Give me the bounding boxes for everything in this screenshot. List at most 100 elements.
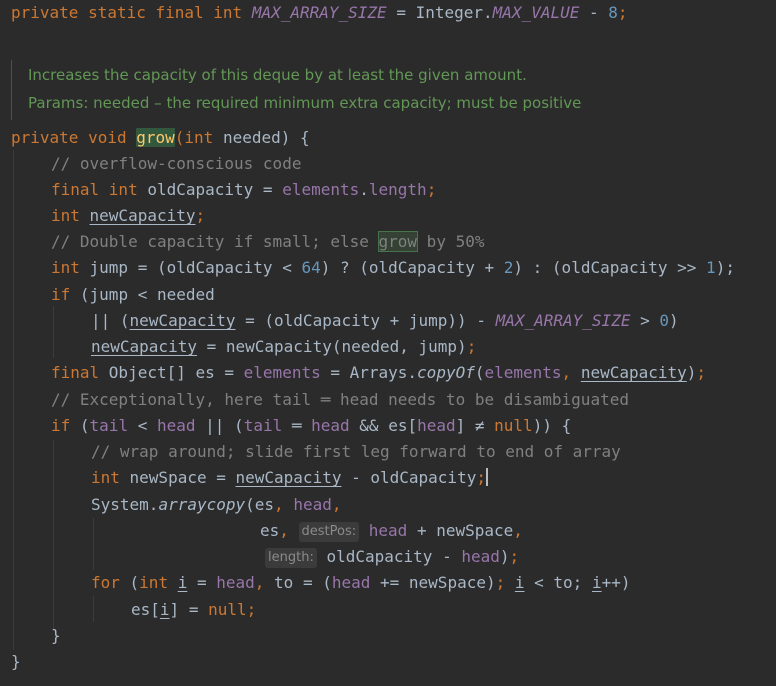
token: ; (246, 600, 257, 619)
token: && es[ (349, 416, 418, 435)
code-line[interactable]: if (tail < head || (tail ═ head && es[he… (51, 413, 571, 439)
indent-guide (53, 306, 54, 358)
token: MAX_ARRAY_SIZE (251, 3, 387, 22)
token: int (51, 206, 90, 225)
token: oldCapacity - (326, 547, 462, 566)
token: ; (476, 468, 486, 487)
method-name-highlight[interactable]: grow (136, 128, 175, 147)
code-line[interactable]: length: oldCapacity - head); (265, 544, 519, 570)
token: , (331, 495, 342, 514)
token: if (51, 416, 80, 435)
token: for (91, 573, 130, 592)
code-line[interactable]: es, destPos: head + newSpace, (260, 518, 523, 544)
token: final int (51, 180, 148, 199)
token: private static final int (11, 3, 252, 22)
code-line[interactable]: for (int i = head, to = (head += newSpac… (91, 570, 631, 596)
token: es[ (131, 600, 160, 619)
token: || ( (91, 311, 130, 330)
token: ] = (169, 600, 209, 619)
doc-comment-bar (11, 60, 12, 120)
code-line[interactable]: private void grow(int needed) { (11, 125, 310, 151)
token: - oldCapacity (341, 468, 477, 487)
doc-comment-line: Params: needed – the required minimum ex… (28, 94, 582, 112)
token: = Integer. (386, 3, 493, 22)
token: elements (282, 180, 360, 199)
token: private void (11, 128, 137, 147)
token: ( (129, 573, 140, 592)
token: ; (195, 206, 206, 225)
code-line[interactable]: } (11, 649, 21, 675)
token: < (128, 416, 157, 435)
token: newCapacity (580, 363, 687, 382)
token: head (311, 416, 350, 435)
token: newCapacity (129, 311, 236, 330)
code-line[interactable]: final int oldCapacity = elements.length; (51, 177, 436, 203)
token: ) (499, 547, 510, 566)
token: i (177, 573, 188, 592)
token: final (51, 363, 109, 382)
token: to = ( (274, 573, 332, 592)
token: ) : (oldCapacity >> (513, 258, 707, 277)
token: oldCapacity = (147, 180, 283, 199)
token: ) ? (oldCapacity + (320, 258, 504, 277)
token: null (494, 416, 533, 435)
token: i (514, 573, 525, 592)
token: , (279, 521, 299, 540)
token: || ( (195, 416, 244, 435)
code-line[interactable]: // Double capacity if small; else grow b… (51, 229, 484, 255)
token: = Arrays. (320, 363, 418, 382)
token: newCapacity (235, 468, 342, 487)
code-line[interactable]: es[i] = null; (131, 597, 256, 623)
token: head (293, 495, 332, 514)
token: head (156, 416, 196, 435)
token: int (139, 573, 178, 592)
comment: // wrap around; slide first leg forward … (91, 442, 621, 461)
token: es (260, 521, 280, 540)
token: if (51, 285, 80, 304)
code-line[interactable]: int jump = (oldCapacity < 64) ? (oldCapa… (51, 255, 735, 281)
comment: // Double capacity if small; else (51, 232, 379, 251)
code-line[interactable]: private static final int MAX_ARRAY_SIZE … (11, 0, 628, 26)
token: 2 (503, 258, 514, 277)
token: , (254, 573, 275, 592)
code-line[interactable]: || (newCapacity = (oldCapacity + jump)) … (91, 308, 679, 334)
code-line[interactable]: // overflow-conscious code (51, 151, 301, 177)
code-line[interactable]: int newSpace = newCapacity - oldCapacity… (91, 465, 488, 491)
indent-guide (93, 518, 94, 570)
code-line[interactable]: if (jump < needed (51, 282, 215, 308)
comment: // overflow-conscious code (51, 154, 302, 173)
token: ) (686, 363, 697, 382)
token: ; (509, 547, 520, 566)
code-line[interactable]: System.arraycopy(es, head, (91, 492, 341, 518)
token: newCapacity (89, 206, 196, 225)
code-line[interactable]: // Exceptionally, here tail ═ head needs… (51, 387, 629, 413)
code-line[interactable]: } (51, 623, 61, 649)
code-line[interactable]: // wrap around; slide first leg forward … (91, 439, 621, 465)
token: ( (79, 416, 90, 435)
token: > (630, 311, 660, 330)
token: head (461, 547, 500, 566)
token: ; (426, 180, 437, 199)
token: length (368, 180, 427, 199)
token: } (51, 626, 61, 645)
token: needed) { (222, 128, 310, 147)
token: += newSpace) (370, 573, 496, 592)
code-line[interactable]: newCapacity = newCapacity(needed, jump); (91, 334, 476, 360)
token: (es (245, 495, 275, 514)
token: = newCapacity(needed, jump) (196, 337, 467, 356)
token: arraycopy (158, 495, 246, 514)
code-line[interactable]: int newCapacity; (51, 203, 205, 229)
token: , (561, 363, 581, 382)
code-line[interactable]: final Object[] es = elements = Arrays.co… (51, 360, 706, 386)
token: < to; (524, 573, 592, 592)
token: jump = (oldCapacity < (89, 258, 302, 277)
indent-guide (93, 596, 94, 622)
token: , (513, 521, 523, 540)
token: )) { (532, 416, 572, 435)
token: head (417, 416, 456, 435)
token: tail (243, 416, 283, 435)
token: 8 (608, 3, 618, 22)
indent-guide (13, 150, 14, 650)
token: newCapacity (91, 337, 197, 356)
token: 0 (659, 311, 669, 330)
